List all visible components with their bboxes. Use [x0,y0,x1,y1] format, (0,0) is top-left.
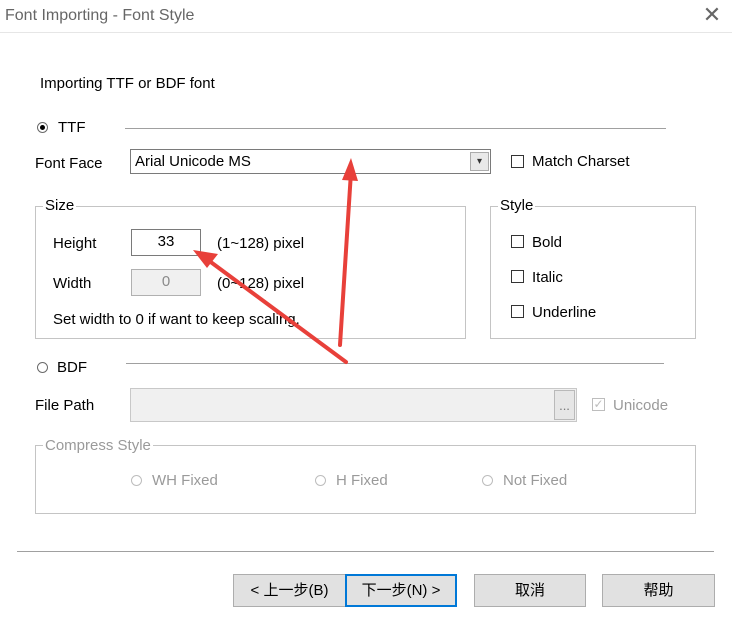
arrow-to-font-face [338,158,358,347]
arrow-to-height [193,250,348,364]
annotation-arrows [193,158,358,364]
